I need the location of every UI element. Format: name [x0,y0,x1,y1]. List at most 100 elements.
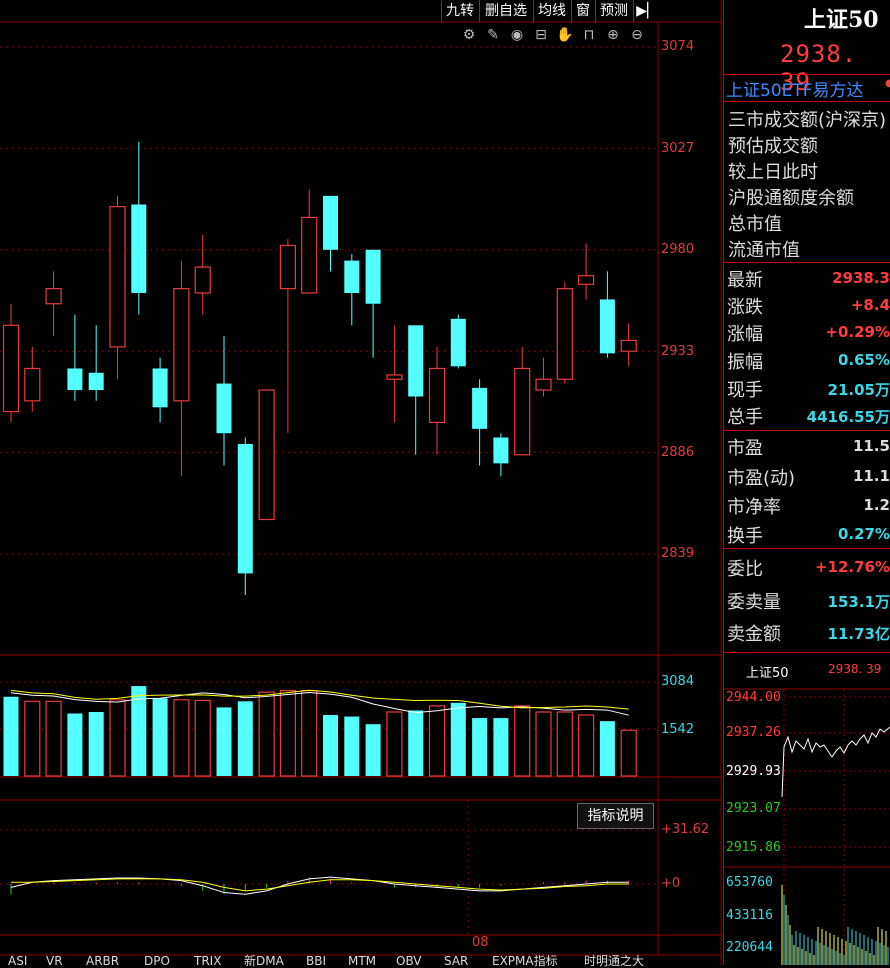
candle-body-up [620,339,637,352]
zoom-in-icon[interactable]: ⊕ [604,26,622,44]
hand-icon[interactable]: ✋ [556,26,574,44]
tab-dma[interactable]: 新DMA [244,955,284,967]
candle-body-down [88,372,104,391]
mini-price-label: 2944.00 [726,690,781,705]
intraday-mini-chart[interactable]: 上证50 2938. 39 2944.00 2937.26 2929.93 29… [724,657,890,965]
eye-icon[interactable]: ◉ [508,26,526,44]
val-label-turnover: 换手 [727,526,763,547]
mini-volume-label: 433116 [726,908,773,923]
candle-body-up [386,374,403,380]
tab-trix[interactable]: TRIX [194,955,221,967]
candle-body-down [599,299,615,354]
candle-body-down [365,249,381,304]
volume-bar-up [301,690,318,777]
volume-bar-up [535,711,552,777]
candle-body-down [131,204,147,293]
tab-asi[interactable]: ASI [8,955,27,967]
candle-body-down [472,387,488,429]
collapse-right-icon[interactable]: ▶▏ [633,0,660,22]
candle-body-up [24,367,41,402]
candle-body-up [2,324,20,413]
indicator-explain-button[interactable]: 指标说明 [577,803,654,829]
red-dot-icon: ● [885,78,890,89]
quote-value-pct: +0.29% [825,323,890,341]
info-float-mcap: 流通市值 [728,240,800,261]
forecast-button[interactable]: 预测 [595,0,632,22]
unlock-icon[interactable]: ⊓ [580,26,598,44]
volume-bar-down [493,718,509,776]
remove-watchlist-button[interactable]: 删自选 [479,0,532,22]
date-axis-label: 08 [472,935,489,950]
moving-average-button[interactable]: 均线 [533,0,570,22]
quote-value-total-vol: 4416.55万 [806,408,890,426]
quote-label-total-vol: 总手 [727,407,763,428]
tab-arbr[interactable]: ARBR [86,955,119,967]
volume-bar-up [620,729,637,777]
mini-price-label: 2929.93 [726,764,781,779]
candle-body-up [109,206,126,348]
volume-bar-down [3,696,19,776]
val-value-pb: 1.2 [863,496,890,514]
candle-body-up [279,244,296,290]
candle-body-down [323,195,338,250]
volume-bar-up [258,691,275,777]
related-etf-link[interactable]: 上证50ETF易方达 [726,76,864,101]
volume-bar-up [109,699,126,777]
pencil-icon[interactable]: ✎ [484,26,502,44]
tab-more[interactable]: 时明通之大 [584,955,644,967]
mini-price: 2938. 39 [828,662,882,676]
tab-sar[interactable]: SAR [444,955,468,967]
mini-price-label: 2923.07 [726,801,781,816]
info-vs-yesterday: 较上日此时 [728,162,818,183]
zoom-out-icon[interactable]: ⊖ [628,26,646,44]
volume-bar-down [237,701,253,776]
price-axis-label: 2980 [661,242,695,257]
tab-obv[interactable]: OBV [396,955,422,967]
indicator-line-2 [11,878,629,892]
gear-icon[interactable]: ⚙ [460,26,478,44]
val-label-pe-dyn: 市盈(动) [727,468,796,489]
nine-turn-button[interactable]: 九转 [441,0,478,22]
order-label-ratio: 委比 [727,559,763,580]
candle-body-down [216,383,232,434]
candle-body-down [152,368,168,408]
candle-body-up [194,266,211,294]
volume-bar-up [386,711,403,777]
window-button[interactable]: 窗 [571,0,594,22]
volume-bar-up [173,699,190,777]
price-axis-label: 2933 [661,344,695,359]
quote-label-current-vol: 现手 [727,380,763,401]
tab-vr[interactable]: VR [46,955,63,967]
indicator-axis-label: +31.62 [661,822,710,837]
volume-axis-label: 1542 [661,722,695,737]
candle-body-down [493,437,509,464]
candle-body-up [258,389,275,521]
price-axis-label: 2886 [661,445,695,460]
indicator-tabs: ASI VR ARBR DPO TRIX 新DMA BBI MTM OBV SA… [0,955,720,967]
tab-expma[interactable]: EXPMA指标 [492,955,558,967]
volume-bar-down [88,711,104,776]
chart-toolbar: 九转 删自选 均线 窗 预测 ▶▏ [0,0,660,22]
volume-bar-down [365,724,381,776]
val-label-pb: 市净率 [727,497,781,518]
candle-body-up [535,378,552,391]
order-value-ratio: +12.76% [814,558,890,576]
volume-bar-down [450,702,466,776]
volume-bar-down [344,716,360,776]
val-value-pe: 11.5 [852,437,890,455]
volume-axis-label: 3084 [661,674,695,689]
tab-bbi[interactable]: BBI [306,955,326,967]
val-value-turnover: 0.27% [837,525,890,543]
lock-icon[interactable]: ⊟ [532,26,550,44]
candle-body-down [237,443,253,574]
mini-price-line [781,726,890,798]
order-value-sell-amt: 11.73亿 [827,625,890,643]
tab-dpo[interactable]: DPO [144,955,170,967]
candle-body-up [514,367,531,456]
tab-mtm[interactable]: MTM [348,955,376,967]
candle-body-up [428,367,446,423]
info-turnover: 三市成交额(沪深京) [728,110,887,131]
price-axis-label: 3027 [661,141,695,156]
mini-price-label: 2915.86 [726,840,781,855]
volume-bar-up [45,700,62,777]
